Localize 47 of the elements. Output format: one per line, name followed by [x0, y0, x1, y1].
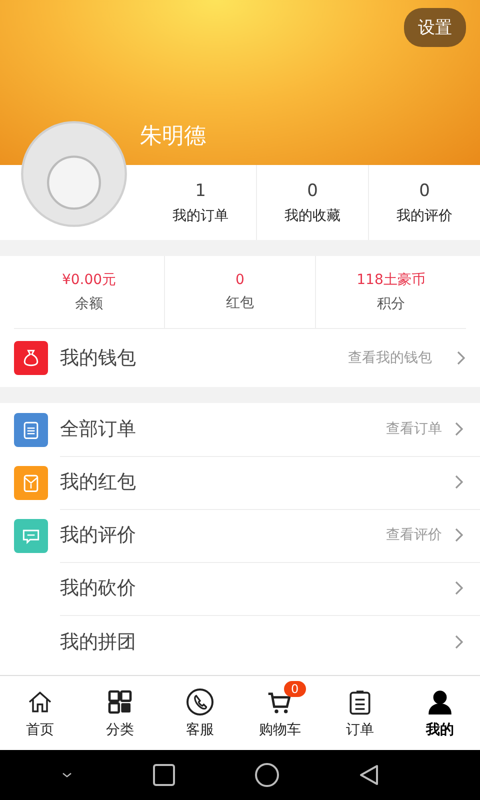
row-label: 我的评价 — [60, 523, 137, 548]
chevron-icon — [454, 474, 464, 490]
person-icon — [426, 688, 454, 716]
chevron-icon — [454, 634, 464, 650]
chevron-icon — [454, 421, 464, 437]
asset-value: 0 — [236, 272, 244, 288]
asset-label: 红包 — [226, 294, 254, 312]
stat-link[interactable]: 我的订单 — [172, 206, 228, 224]
tab[interactable]: 订单 — [320, 676, 400, 750]
tab[interactable]: 客服 — [160, 676, 240, 750]
grid-icon — [106, 688, 134, 716]
menu-row[interactable]: 我的砍价 — [14, 562, 480, 615]
row-hint: 查看我的钱包 — [348, 349, 432, 367]
stat-link[interactable]: 我的收藏 — [284, 206, 340, 224]
username: 朱明德 — [140, 123, 207, 151]
cart-count-badge: 0 — [284, 681, 306, 697]
row-hint: 查看订单 — [386, 420, 442, 438]
settings-button[interactable]: 设置 — [404, 8, 466, 47]
stat-value: 0 — [307, 180, 318, 200]
row-label: 我的红包 — [60, 470, 137, 495]
phone-icon — [185, 687, 215, 717]
recents-icon[interactable] — [152, 763, 176, 787]
chevron-icon — [454, 580, 464, 596]
wallet-row[interactable]: 我的钱包 查看我的钱包 — [14, 329, 466, 387]
stat-value: 1 — [195, 180, 206, 200]
row-label: 我的钱包 — [60, 346, 137, 371]
tab[interactable]: 0 购物车 — [240, 676, 320, 750]
tab[interactable]: 分类 — [80, 676, 160, 750]
menu-row[interactable]: 我的拼团 — [14, 615, 480, 668]
chevron-icon — [456, 350, 466, 366]
row-label: 全部订单 — [60, 417, 137, 442]
stat-link[interactable]: 我的评价 — [396, 206, 452, 224]
home-icon[interactable] — [254, 762, 280, 788]
row-label: 我的砍价 — [60, 576, 137, 601]
menu-row[interactable]: 我的评价 查看评价 — [14, 509, 480, 562]
tab[interactable]: 首页 — [0, 676, 80, 750]
asset-value: 118土豪币 — [356, 271, 426, 289]
row-hint: 查看评价 — [386, 526, 442, 544]
asset-value: ¥0.00元 — [62, 271, 116, 289]
stat-value: 0 — [419, 180, 430, 200]
chevron-icon — [454, 527, 464, 543]
menu-row[interactable]: 全部订单 查看订单 — [14, 403, 480, 456]
tab[interactable]: 我的 — [400, 676, 480, 750]
asset-label: 积分 — [377, 295, 405, 313]
menu-row[interactable]: 我的红包 — [14, 456, 480, 509]
row-label: 我的拼团 — [60, 630, 137, 654]
asset-label: 余额 — [75, 295, 103, 313]
